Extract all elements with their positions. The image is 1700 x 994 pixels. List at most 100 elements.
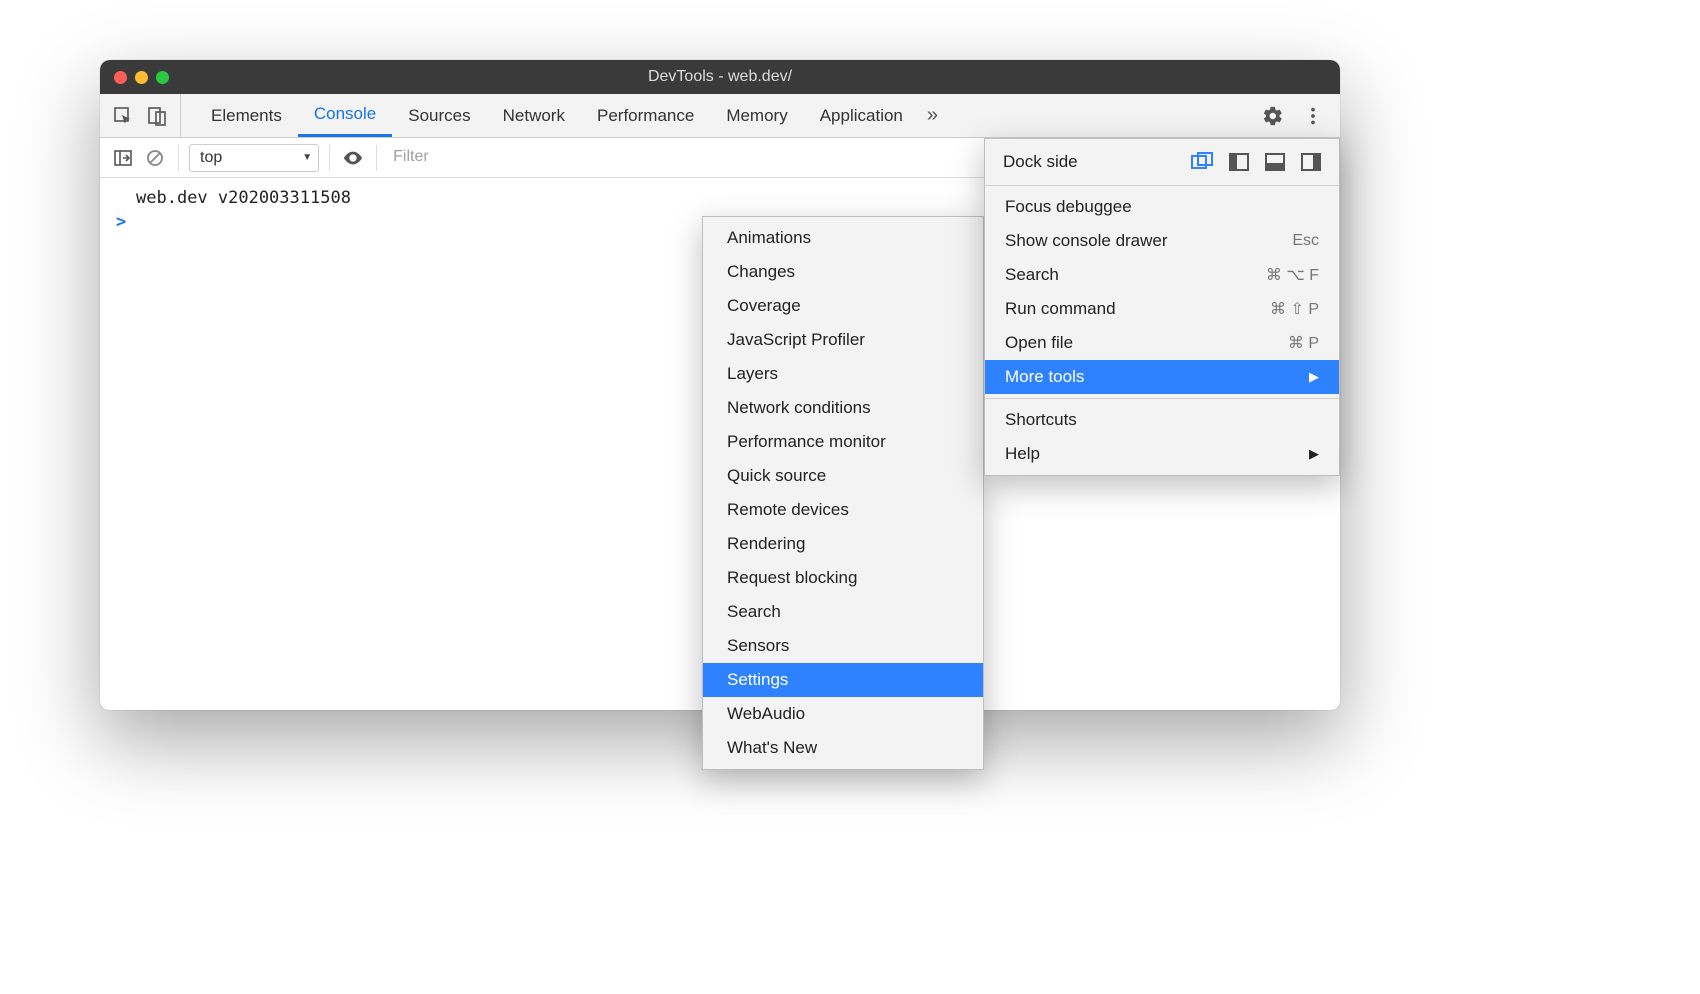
menu-item-open-file[interactable]: Open file ⌘ P: [985, 326, 1339, 360]
filter-input[interactable]: [387, 144, 647, 172]
separator: [178, 145, 179, 171]
menu-item-shortcut: ⌘ ⌥ F: [1266, 265, 1319, 285]
menu-item-shortcuts[interactable]: Shortcuts: [985, 403, 1339, 437]
menu-item-shortcut: ⌘ ⇧ P: [1270, 299, 1319, 319]
menu-item-run-command[interactable]: Run command ⌘ ⇧ P: [985, 292, 1339, 326]
menu-item-shortcut: ⌘ P: [1288, 333, 1319, 353]
inspect-element-icon[interactable]: [110, 103, 136, 129]
chevron-right-icon: ▶: [1309, 446, 1319, 462]
more-tabs-button[interactable]: »: [919, 94, 946, 137]
menu-item-focus-debuggee[interactable]: Focus debuggee: [985, 190, 1339, 224]
separator: [376, 145, 377, 171]
tabs-row: Elements Console Sources Network Perform…: [100, 94, 1340, 138]
submenu-item-quick-source[interactable]: Quick source: [703, 459, 983, 493]
separator: [329, 145, 330, 171]
tab-label: Console: [314, 104, 376, 124]
tab-elements[interactable]: Elements: [195, 94, 298, 137]
submenu-item-label: Search: [727, 602, 781, 622]
zoom-window-button[interactable]: [156, 71, 169, 84]
dock-undock-icon[interactable]: [1191, 152, 1213, 172]
submenu-item-label: Rendering: [727, 534, 805, 554]
window-title: DevTools - web.dev/: [100, 68, 1340, 86]
submenu-item-webaudio[interactable]: WebAudio: [703, 697, 983, 731]
more-tools-submenu: Animations Changes Coverage JavaScript P…: [702, 216, 984, 770]
submenu-item-label: Changes: [727, 262, 795, 282]
chevrons-right-icon: »: [927, 104, 938, 127]
submenu-item-label: Settings: [727, 670, 788, 690]
context-value: top: [200, 149, 222, 167]
tab-application[interactable]: Application: [804, 94, 919, 137]
dock-right-icon[interactable]: [1301, 153, 1321, 171]
submenu-item-request-blocking[interactable]: Request blocking: [703, 561, 983, 595]
menu-item-more-tools[interactable]: More tools ▶: [985, 360, 1339, 394]
submenu-item-performance-monitor[interactable]: Performance monitor: [703, 425, 983, 459]
submenu-item-layers[interactable]: Layers: [703, 357, 983, 391]
menu-item-show-console-drawer[interactable]: Show console drawer Esc: [985, 224, 1339, 258]
settings-icon[interactable]: [1260, 103, 1286, 129]
tab-network[interactable]: Network: [487, 94, 581, 137]
submenu-item-label: What's New: [727, 738, 817, 758]
dock-bottom-icon[interactable]: [1265, 153, 1285, 171]
submenu-item-settings[interactable]: Settings: [703, 663, 983, 697]
traffic-lights: [114, 71, 169, 84]
menu-item-label: Open file: [1005, 333, 1073, 353]
tab-label: Network: [503, 106, 565, 126]
submenu-item-animations[interactable]: Animations: [703, 221, 983, 255]
kebab-menu-icon[interactable]: [1300, 103, 1326, 129]
submenu-item-label: Performance monitor: [727, 432, 886, 452]
submenu-item-label: Coverage: [727, 296, 801, 316]
minimize-window-button[interactable]: [135, 71, 148, 84]
menu-item-label: More tools: [1005, 367, 1084, 387]
tab-label: Sources: [408, 106, 470, 126]
submenu-item-javascript-profiler[interactable]: JavaScript Profiler: [703, 323, 983, 357]
submenu-item-label: Quick source: [727, 466, 826, 486]
tab-sources[interactable]: Sources: [392, 94, 486, 137]
toggle-device-toolbar-icon[interactable]: [144, 103, 170, 129]
submenu-item-remote-devices[interactable]: Remote devices: [703, 493, 983, 527]
submenu-item-coverage[interactable]: Coverage: [703, 289, 983, 323]
context-select[interactable]: top ▼: [189, 144, 319, 172]
menu-item-label: Search: [1005, 265, 1059, 285]
submenu-item-label: Layers: [727, 364, 778, 384]
menu-item-label: Focus debuggee: [1005, 197, 1132, 217]
submenu-item-label: Remote devices: [727, 500, 849, 520]
dock-left-icon[interactable]: [1229, 153, 1249, 171]
submenu-item-label: Animations: [727, 228, 811, 248]
menu-item-label: Run command: [1005, 299, 1116, 319]
toggle-sidebar-icon[interactable]: [110, 145, 136, 171]
clear-console-icon[interactable]: [142, 145, 168, 171]
close-window-button[interactable]: [114, 71, 127, 84]
menu-item-label: Shortcuts: [1005, 410, 1077, 430]
submenu-item-search[interactable]: Search: [703, 595, 983, 629]
tab-label: Performance: [597, 106, 694, 126]
submenu-item-label: Sensors: [727, 636, 789, 656]
menu-item-label: Show console drawer: [1005, 231, 1168, 251]
submenu-item-sensors[interactable]: Sensors: [703, 629, 983, 663]
submenu-item-whats-new[interactable]: What's New: [703, 731, 983, 765]
tab-label: Elements: [211, 106, 282, 126]
submenu-item-changes[interactable]: Changes: [703, 255, 983, 289]
submenu-item-label: JavaScript Profiler: [727, 330, 865, 350]
menu-item-label: Help: [1005, 444, 1040, 464]
tab-console[interactable]: Console: [298, 94, 392, 137]
tab-performance[interactable]: Performance: [581, 94, 710, 137]
devtools-window: DevTools - web.dev/ Elements Console Sou…: [100, 60, 1340, 710]
tab-label: Memory: [726, 106, 787, 126]
prompt-caret-icon: >: [116, 212, 126, 232]
tab-memory[interactable]: Memory: [710, 94, 803, 137]
main-menu: Dock side Focus debuggee: [984, 138, 1340, 476]
titlebar: DevTools - web.dev/: [100, 60, 1340, 94]
chevron-right-icon: ▶: [1309, 369, 1319, 385]
chevron-down-icon: ▼: [302, 152, 312, 163]
live-expression-icon[interactable]: [340, 145, 366, 171]
menu-item-shortcut: Esc: [1292, 232, 1319, 250]
submenu-item-network-conditions[interactable]: Network conditions: [703, 391, 983, 425]
menu-item-search[interactable]: Search ⌘ ⌥ F: [985, 258, 1339, 292]
tab-label: Application: [820, 106, 903, 126]
menu-item-help[interactable]: Help ▶: [985, 437, 1339, 471]
submenu-item-label: WebAudio: [727, 704, 805, 724]
dock-side-row: Dock side: [985, 139, 1339, 185]
submenu-item-label: Network conditions: [727, 398, 871, 418]
dock-side-label: Dock side: [1003, 152, 1078, 172]
submenu-item-rendering[interactable]: Rendering: [703, 527, 983, 561]
